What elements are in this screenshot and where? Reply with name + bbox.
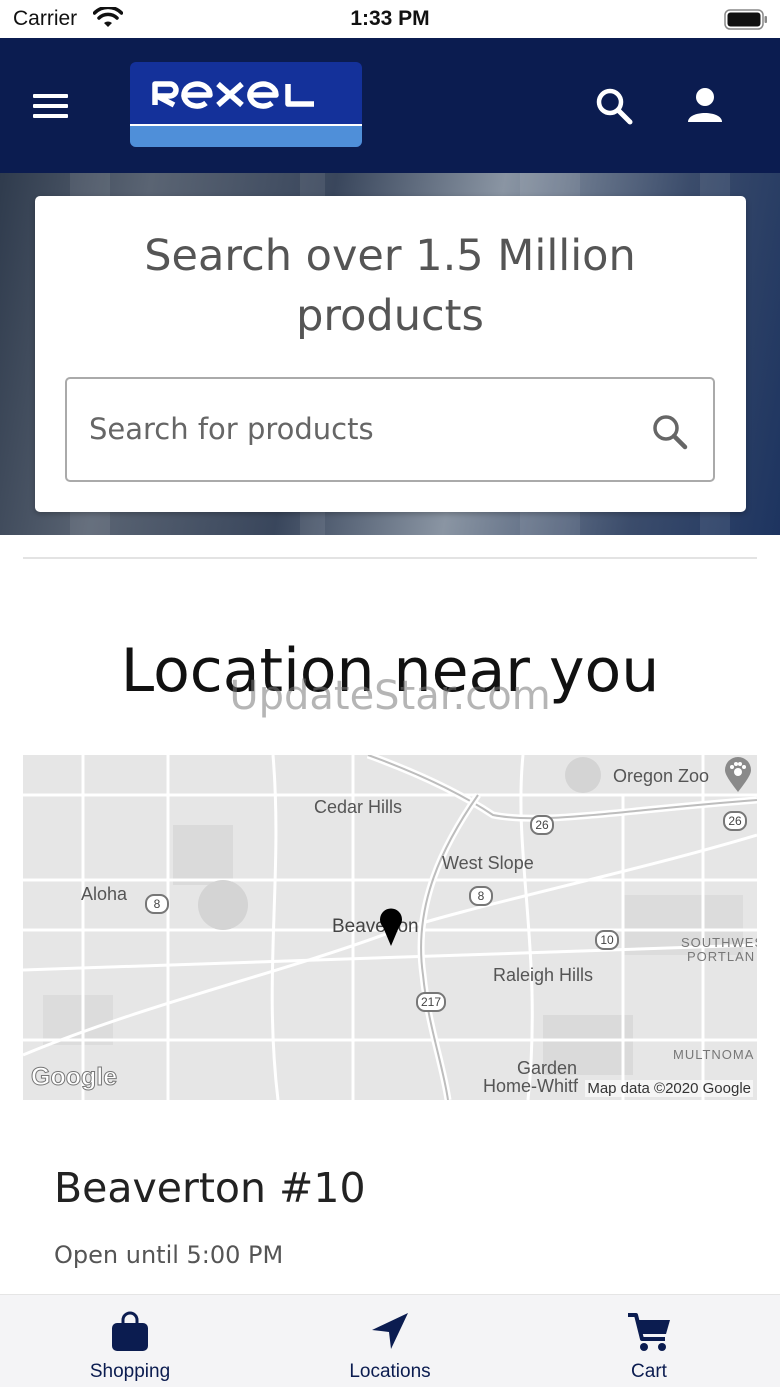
search-placeholder: Search for products bbox=[89, 412, 374, 446]
locations-heading: Location near you bbox=[120, 636, 660, 706]
store-map[interactable]: Oregon Zoo Cedar Hills West Slope Aloha … bbox=[23, 755, 757, 1100]
status-bar: Carrier 1:33 PM bbox=[0, 0, 780, 38]
route-shield: 26 bbox=[530, 815, 554, 835]
status-time: 1:33 PM bbox=[350, 7, 430, 30]
menu-icon-bar bbox=[33, 94, 68, 98]
map-attribution[interactable]: Map data ©2020 Google bbox=[585, 1080, 753, 1097]
map-label-west-slope: West Slope bbox=[442, 853, 534, 873]
product-search-input[interactable]: Search for products bbox=[65, 377, 715, 482]
tab-label: Cart bbox=[631, 1361, 667, 1382]
tab-locations[interactable]: Locations bbox=[290, 1295, 490, 1387]
menu-icon-bar bbox=[33, 104, 68, 108]
route-shield: 8 bbox=[469, 886, 493, 906]
tab-label: Shopping bbox=[89, 1361, 171, 1382]
tab-shopping[interactable]: Shopping bbox=[30, 1295, 230, 1387]
route-shield: 217 bbox=[416, 992, 446, 1012]
map-label-southwest-portland: SOUTHWES bbox=[681, 935, 757, 950]
section-divider bbox=[23, 557, 757, 559]
shopping-bag-icon bbox=[112, 1311, 148, 1351]
logo-band bbox=[130, 124, 362, 147]
app-header bbox=[0, 38, 780, 173]
location-arrow-icon bbox=[372, 1313, 408, 1349]
route-shield: 8 bbox=[145, 894, 169, 914]
search-card: Search over 1.5 Million products Search … bbox=[35, 196, 746, 512]
tab-cart[interactable]: Cart bbox=[549, 1295, 749, 1387]
search-card-title: Search over 1.5 Million products bbox=[144, 231, 636, 341]
map-label-oregon-zoo: Oregon Zoo bbox=[613, 766, 710, 786]
zoo-pin-icon[interactable] bbox=[723, 757, 753, 793]
map-label-garden-home: Home-Whitf bbox=[483, 1076, 579, 1096]
user-icon[interactable] bbox=[686, 86, 724, 124]
battery-icon bbox=[724, 9, 767, 30]
google-logo[interactable]: Google bbox=[30, 1063, 117, 1092]
search-icon[interactable] bbox=[594, 86, 634, 126]
store-location-pin-icon[interactable] bbox=[378, 907, 404, 947]
menu-button[interactable] bbox=[33, 94, 73, 120]
store-name[interactable]: Beaverton #10 bbox=[54, 1164, 366, 1212]
tab-bar: Shopping Locations Cart bbox=[0, 1294, 780, 1387]
cart-icon bbox=[628, 1313, 670, 1351]
rexel-logo-wordmark bbox=[152, 81, 314, 109]
map-label-beaverton: Beaverton bbox=[332, 916, 419, 937]
route-shield: 26 bbox=[723, 811, 747, 831]
map-label-southwest-portland: PORTLAN bbox=[687, 949, 756, 964]
tab-label: Locations bbox=[349, 1361, 431, 1382]
store-hours: Open until 5:00 PM bbox=[54, 1241, 284, 1269]
map-label-multnomah: MULTNOMA bbox=[673, 1047, 755, 1062]
map-label-raleigh-hills: Raleigh Hills bbox=[493, 965, 594, 985]
menu-icon-bar bbox=[33, 114, 68, 118]
route-shield: 10 bbox=[595, 930, 619, 950]
search-icon[interactable] bbox=[651, 413, 689, 451]
map-label-cedar-hills: Cedar Hills bbox=[314, 797, 403, 817]
rexel-logo[interactable] bbox=[130, 62, 362, 147]
map-label-aloha: Aloha bbox=[81, 884, 128, 904]
